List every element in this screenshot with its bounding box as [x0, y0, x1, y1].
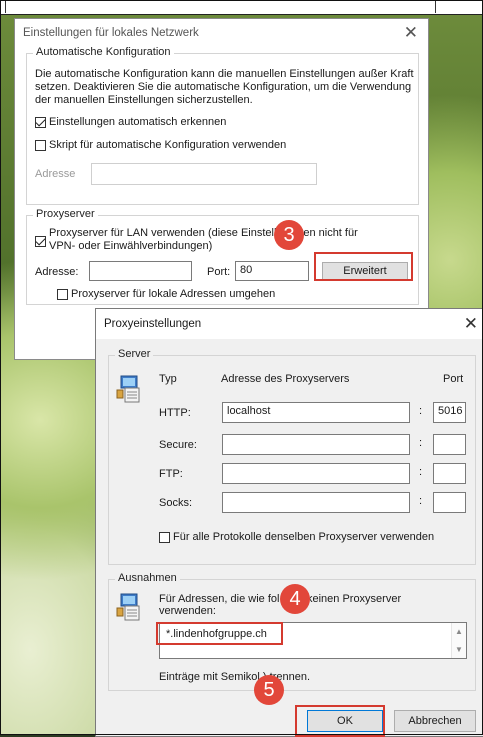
- auto-config-legend: Automatische Konfiguration: [33, 46, 174, 58]
- auto-config-desc-line2: setzen. Deaktivieren Sie die automatisch…: [35, 81, 412, 93]
- proxy-server-legend: Proxyserver: [33, 208, 98, 220]
- socks-colon: :: [419, 495, 423, 507]
- http-address-input[interactable]: localhost: [222, 402, 410, 423]
- socks-address-input[interactable]: [222, 492, 410, 513]
- auto-script-label: Skript für automatische Konfiguration ve…: [49, 139, 287, 151]
- col-port-header: Port: [443, 373, 464, 385]
- server-group: Server Typ Adresse des Proxyservers Port…: [108, 348, 476, 565]
- scroll-down-icon[interactable]: ▼: [455, 645, 463, 654]
- socks-port-input[interactable]: [433, 492, 466, 513]
- http-label: HTTP:: [159, 407, 191, 419]
- use-proxy-label-line2: VPN- oder Einwählverbindungen): [49, 240, 213, 252]
- bypass-local-checkbox[interactable]: [57, 289, 68, 300]
- advanced-highlight-box: [314, 252, 413, 281]
- scroll-up-icon[interactable]: ▲: [455, 627, 463, 636]
- background-window-edge: [0, 0, 483, 15]
- lan-dialog-title: Einstellungen für lokales Netzwerk: [23, 27, 199, 39]
- auto-detect-label: Einstellungen automatisch erkennen: [49, 116, 227, 128]
- network-computer-icon: [116, 593, 140, 621]
- http-port-input[interactable]: 5016: [433, 402, 466, 423]
- proxy-address-label: Adresse:: [35, 266, 79, 278]
- exceptions-highlight-box: [156, 622, 283, 645]
- auto-address-input[interactable]: [91, 163, 317, 185]
- proxy-dialog-title: Proxyeinstellungen: [104, 318, 202, 330]
- same-proxy-label: Für alle Protokolle denselben Proxyserve…: [173, 531, 435, 543]
- secure-colon: :: [419, 437, 423, 449]
- cancel-button[interactable]: Abbrechen: [394, 710, 476, 732]
- auto-config-desc-line3: der manuellen Einstellungen sicherzustel…: [35, 94, 253, 106]
- col-type-header: Typ: [159, 373, 177, 385]
- auto-script-checkbox[interactable]: [35, 140, 46, 151]
- exceptions-hint: Einträge mit Semikol ) trennen.: [159, 671, 311, 683]
- secure-port-input[interactable]: [433, 434, 466, 455]
- secure-label: Secure:: [159, 439, 197, 451]
- lan-dialog-titlebar: Einstellungen für lokales Netzwerk ✕: [15, 19, 428, 49]
- col-address-header: Adresse des Proxyservers: [221, 373, 350, 385]
- exceptions-desc-line2: verwenden:: [159, 605, 216, 617]
- proxy-port-input[interactable]: 80: [235, 261, 309, 281]
- use-proxy-label-line1: Proxyserver für LAN verwenden (diese Ein…: [49, 227, 358, 239]
- network-computer-icon: [116, 375, 140, 403]
- server-legend: Server: [115, 348, 154, 360]
- step-4-badge: 4: [280, 584, 310, 614]
- socks-label: Socks:: [159, 497, 193, 509]
- secure-address-input[interactable]: [222, 434, 410, 455]
- proxy-port-label: Port:: [207, 266, 231, 278]
- ftp-address-input[interactable]: [222, 463, 410, 484]
- http-colon: :: [419, 405, 423, 417]
- same-proxy-checkbox[interactable]: [159, 532, 170, 543]
- step-3-badge: 3: [274, 220, 304, 250]
- auto-address-label: Adresse: [35, 168, 76, 180]
- ftp-colon: :: [419, 466, 423, 478]
- close-icon[interactable]: ✕: [404, 23, 418, 43]
- step-5-badge: 5: [254, 675, 284, 705]
- auto-config-group: Automatische Konfiguration Die automatis…: [26, 46, 419, 205]
- proxy-dialog-titlebar: Proxyeinstellungen ✕: [96, 309, 483, 339]
- exceptions-legend: Ausnahmen: [115, 572, 180, 584]
- ftp-label: FTP:: [159, 468, 183, 480]
- use-proxy-checkbox[interactable]: [35, 236, 46, 247]
- auto-config-desc-line1: Die automatische Konfiguration kann die …: [35, 68, 414, 80]
- exceptions-scrollbar[interactable]: ▲ ▼: [451, 623, 466, 658]
- ok-highlight-box: [295, 705, 385, 737]
- proxy-settings-dialog: Proxyeinstellungen ✕ Server Typ Adresse …: [95, 308, 483, 737]
- ftp-port-input[interactable]: [433, 463, 466, 484]
- bypass-local-label: Proxyserver für lokale Adressen umgehen: [71, 288, 276, 300]
- auto-detect-checkbox[interactable]: [35, 117, 46, 128]
- close-icon[interactable]: ✕: [464, 314, 478, 334]
- proxy-address-input[interactable]: [89, 261, 192, 281]
